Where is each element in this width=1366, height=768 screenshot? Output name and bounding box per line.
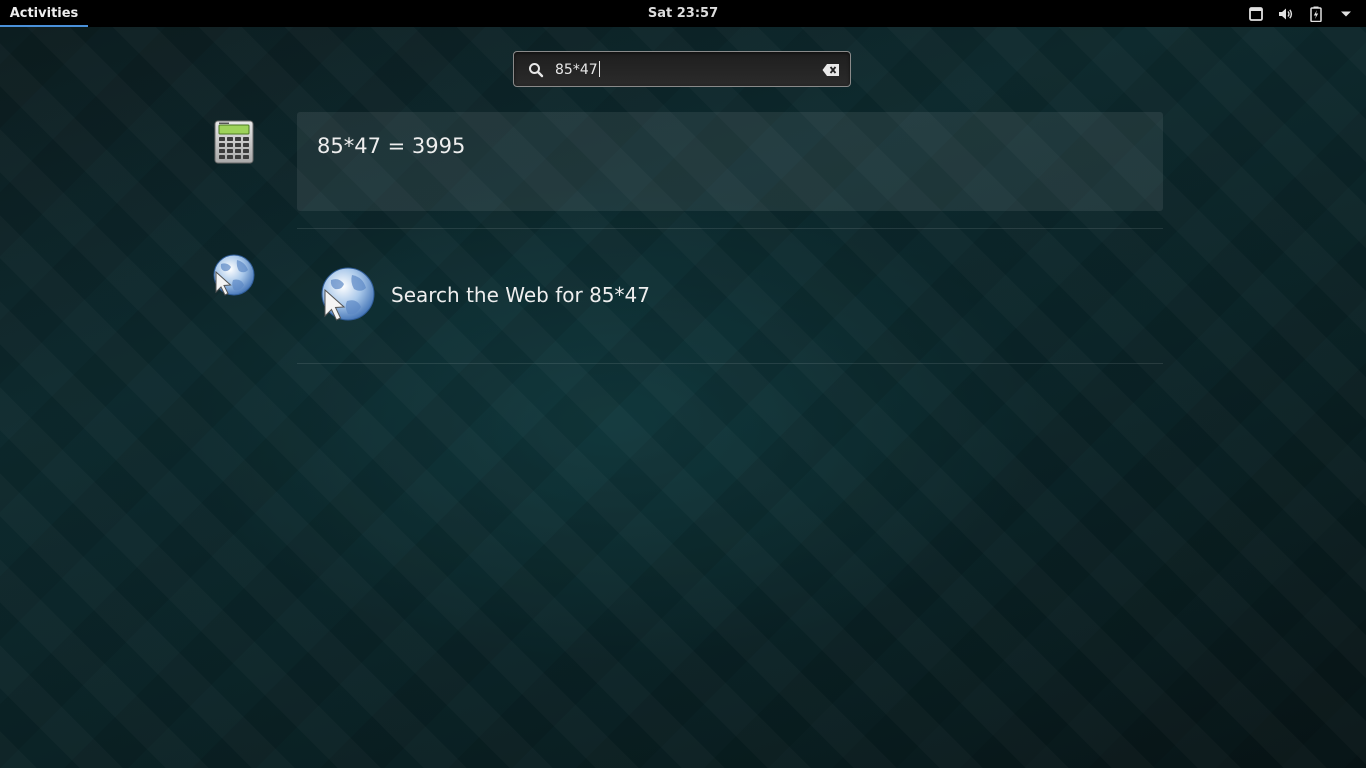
battery-icon[interactable] <box>1308 6 1324 22</box>
clear-icon[interactable] <box>822 62 840 78</box>
calculator-result-text: 85*47 = 3995 <box>317 134 466 158</box>
top-bar: Activities Sat 23:57 <box>0 0 1366 27</box>
web-globe-icon[interactable] <box>211 254 255 298</box>
window-icon[interactable] <box>1248 6 1264 22</box>
web-globe-icon <box>319 267 375 323</box>
search-input[interactable]: 85*47 <box>555 61 600 79</box>
calculator-icon[interactable] <box>212 119 256 164</box>
clock[interactable]: Sat 23:57 <box>623 0 743 27</box>
web-search-result-text: Search the Web for 85*47 <box>391 283 650 307</box>
search-icon <box>528 62 544 78</box>
web-search-result[interactable]: Search the Web for 85*47 <box>297 253 717 337</box>
search-query: 85*47 <box>555 62 598 78</box>
menu-arrow-icon[interactable] <box>1338 6 1354 22</box>
activities-button[interactable]: Activities <box>0 0 88 27</box>
search-entry[interactable]: 85*47 <box>513 51 851 87</box>
result-separator <box>297 363 1163 364</box>
volume-icon[interactable] <box>1278 6 1294 22</box>
result-separator <box>297 228 1163 229</box>
system-tray[interactable] <box>1248 0 1354 27</box>
text-caret <box>598 61 600 77</box>
calculator-result[interactable]: 85*47 = 3995 <box>297 112 1163 211</box>
